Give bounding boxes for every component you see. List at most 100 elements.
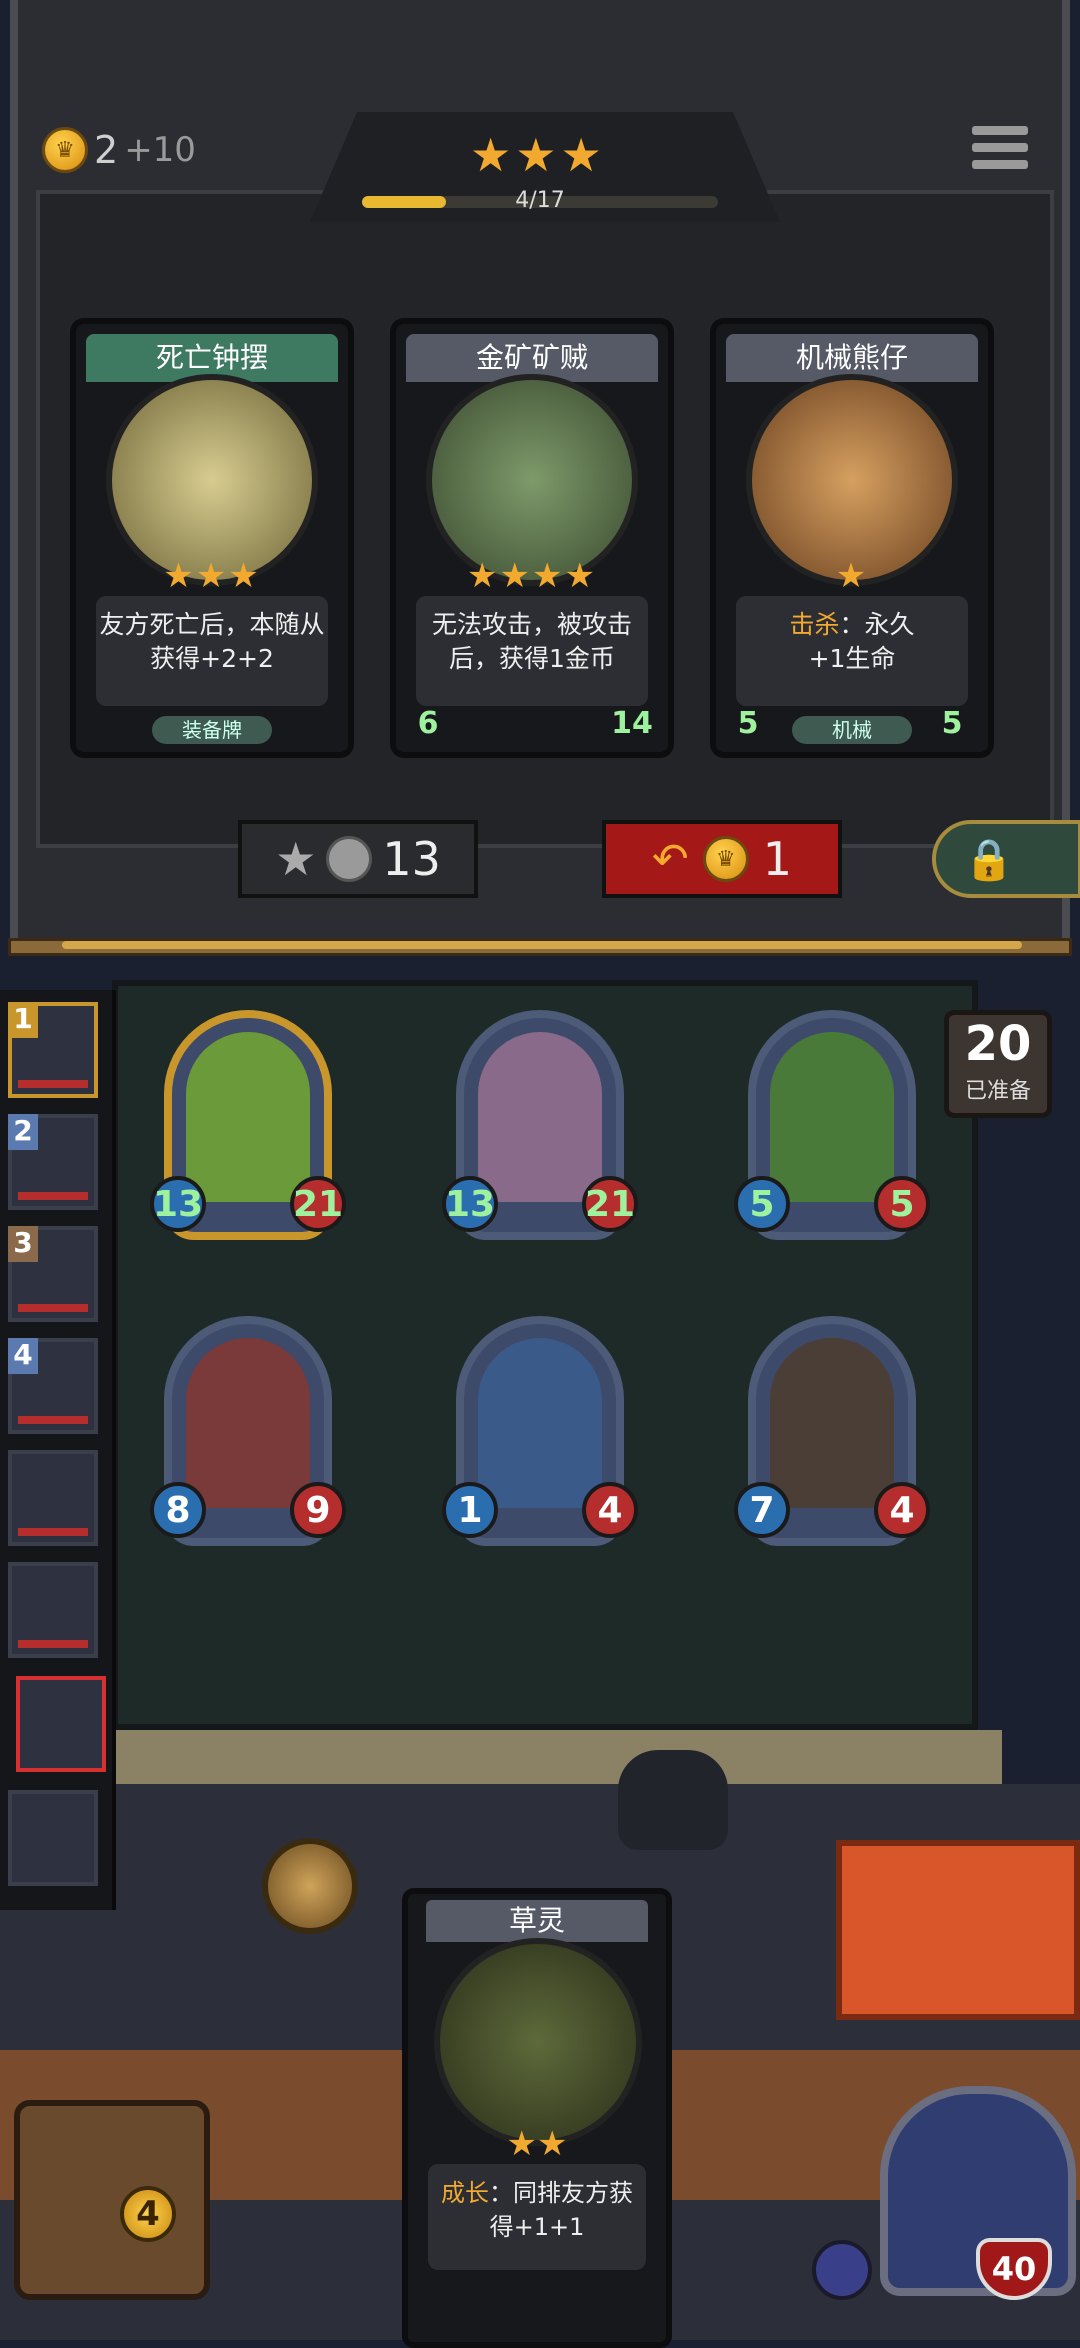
shop-card[interactable]: 金矿矿贼 ★★★★ 无法攻击，被攻击 后，获得1金币 6 14 xyxy=(390,318,674,758)
card-stars: ★★ xyxy=(506,2124,568,2164)
player-hp-bar xyxy=(18,1304,88,1312)
card-health: 5 xyxy=(941,706,963,741)
coin-slot xyxy=(262,1838,358,1934)
card-desc-text: ：同排友方获 xyxy=(489,2179,633,2207)
wood-golem-portrait xyxy=(770,1338,894,1508)
card-stars: ★★★★ xyxy=(467,556,597,596)
minion-attack: 8 xyxy=(150,1482,206,1538)
card-stars: ★ xyxy=(835,556,869,596)
card-desc-line: 友方死亡后，本随从 xyxy=(99,610,325,639)
pendulum-clock-portrait xyxy=(106,374,318,586)
player-hp-bar xyxy=(18,1416,88,1424)
card-desc-line: 获得+2+2 xyxy=(150,644,274,673)
chest-count: 4 xyxy=(120,2186,176,2242)
player-avatar[interactable] xyxy=(8,1562,98,1658)
black-cat xyxy=(618,1750,728,1850)
card-description: 无法攻击，被攻击 后，获得1金币 xyxy=(416,596,648,706)
card-description: 击杀：永久 +1生命 xyxy=(736,596,968,706)
minion-attack: 5 xyxy=(734,1176,790,1232)
star-up-icon: ★ xyxy=(275,832,317,886)
minion-attack: 7 xyxy=(734,1482,790,1538)
card-desc-line: 后，获得1金币 xyxy=(449,644,615,673)
player-avatar[interactable]: 2 xyxy=(8,1114,98,1210)
elf-girl-portrait xyxy=(478,1338,602,1508)
card-desc-text: ：永久 xyxy=(839,610,915,639)
player-rank: 3 xyxy=(8,1226,38,1262)
card-keyword: 击杀 xyxy=(789,610,840,639)
armor-shield-icon xyxy=(812,2240,872,2300)
card-desc-line: 无法攻击，被攻击 xyxy=(431,610,632,639)
card-tag: 机械 xyxy=(792,716,912,744)
upgrade-tavern-button[interactable]: ★ 13 xyxy=(238,820,478,898)
card-tag: 装备牌 xyxy=(152,716,272,744)
refresh-shop-button[interactable]: ↶ ♛ 1 xyxy=(602,820,842,898)
card-attack: 6 xyxy=(417,706,439,741)
card-description: 成长：同排友方获 得+1+1 xyxy=(428,2164,646,2270)
minion-health: 4 xyxy=(582,1482,638,1538)
player-rank: 1 xyxy=(8,1002,38,1038)
gold-amount: 2 xyxy=(94,128,119,172)
minion-health: 21 xyxy=(290,1176,346,1232)
mushroom-portrait xyxy=(478,1032,602,1202)
crown-coin-icon: ♛ xyxy=(42,127,88,173)
refresh-cost: 1 xyxy=(762,832,793,886)
red-hair-girl-portrait xyxy=(186,1338,310,1508)
card-health: 14 xyxy=(611,706,653,741)
menu-line-icon xyxy=(972,143,1028,152)
player-rank: 2 xyxy=(8,1114,38,1150)
minion-attack: 1 xyxy=(442,1482,498,1538)
grass-spirit-portrait xyxy=(770,1032,894,1202)
prepared-count: 20 xyxy=(964,1016,1032,1072)
card-name: 草灵 xyxy=(426,1900,648,1942)
mech-bear-portrait xyxy=(746,374,958,586)
menu-line-icon xyxy=(972,160,1028,169)
gold-income: +10 xyxy=(124,130,196,170)
card-desc-line: +1生命 xyxy=(808,644,896,673)
crown-coin-icon: ♛ xyxy=(702,836,749,882)
silver-coin-icon xyxy=(326,836,373,882)
player-avatar[interactable]: 1 xyxy=(8,1002,98,1098)
player-hp-bar xyxy=(18,1080,88,1088)
xp-progress-text: 4/17 xyxy=(515,188,565,213)
board-ledge xyxy=(112,1730,1002,1784)
shop-card[interactable]: 机械熊仔 ★ 击杀：永久 +1生命 机械 5 5 xyxy=(710,318,994,758)
minion-health: 5 xyxy=(874,1176,930,1232)
card-attack: 5 xyxy=(737,706,759,741)
prepared-counter: 20 已准备 xyxy=(944,1010,1052,1118)
player-avatar[interactable]: 3 xyxy=(8,1226,98,1322)
prepared-label: 已准备 xyxy=(964,1079,1031,1104)
tavern-tier-stars: ★★★ xyxy=(470,128,606,182)
card-keyword: 成长 xyxy=(441,2179,489,2207)
minion-health: 21 xyxy=(582,1176,638,1232)
player-avatar[interactable]: 4 xyxy=(8,1338,98,1434)
player-hp-bar xyxy=(18,1528,88,1536)
minion-health: 9 xyxy=(290,1482,346,1538)
refresh-arrow-icon: ↶ xyxy=(651,833,689,885)
card-desc-line: 得+1+1 xyxy=(489,2213,585,2241)
gold-miner-portrait xyxy=(426,374,638,586)
hand-card[interactable]: 草灵 ★★ 成长：同排友方获 得+1+1 xyxy=(402,1888,672,2348)
player-avatar[interactable] xyxy=(8,1450,98,1546)
minion-attack: 13 xyxy=(150,1176,206,1232)
leaf-girl-portrait xyxy=(186,1032,310,1202)
divider-line xyxy=(62,941,1022,949)
card-description: 友方死亡后，本随从 获得+2+2 xyxy=(96,596,328,706)
player-avatar-self[interactable] xyxy=(16,1676,106,1772)
player-avatar[interactable] xyxy=(8,1790,98,1886)
card-stars: ★★★ xyxy=(163,556,261,596)
minion-health: 4 xyxy=(874,1482,930,1538)
xp-progress-fill xyxy=(362,196,446,208)
player-list-sidebar: 1 2 3 4 xyxy=(0,990,116,1910)
minion-attack: 13 xyxy=(442,1176,498,1232)
lock-shop-button[interactable]: 🔒 xyxy=(932,820,1080,898)
player-rank: 4 xyxy=(8,1338,38,1374)
treasure-chest-button[interactable] xyxy=(14,2100,210,2300)
lock-icon: 🔒 xyxy=(964,836,1014,883)
player-hp-bar xyxy=(18,1192,88,1200)
grass-spirit-portrait xyxy=(434,1938,642,2146)
shop-card[interactable]: 死亡钟摆 ★★★ 友方死亡后，本随从 获得+2+2 装备牌 xyxy=(70,318,354,758)
menu-button[interactable] xyxy=(972,126,1028,178)
player-hp-bar xyxy=(18,1640,88,1648)
gift-box xyxy=(836,1840,1080,2020)
upgrade-cost: 13 xyxy=(382,832,441,886)
